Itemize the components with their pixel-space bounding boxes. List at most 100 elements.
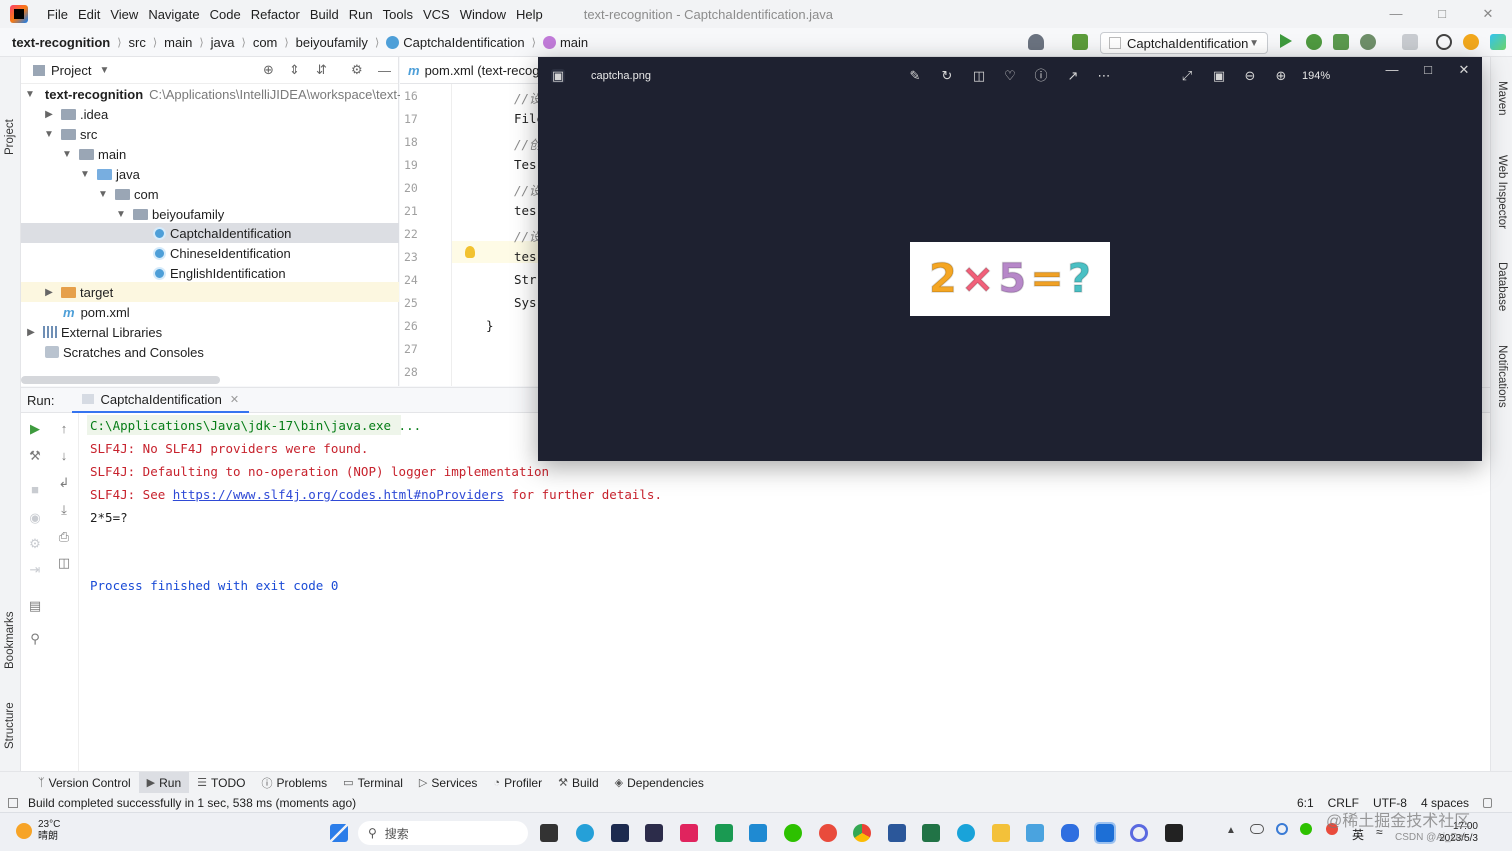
chevron-right-icon[interactable]: ▶: [25, 327, 37, 338]
zoom-out-icon[interactable]: ⊖: [1243, 69, 1257, 83]
coverage-icon[interactable]: [1333, 34, 1349, 50]
tree-item-chinese-identification[interactable]: ChineseIdentification: [21, 243, 399, 263]
more-icon[interactable]: ⋯: [1097, 69, 1111, 83]
intellij-icon[interactable]: [680, 824, 698, 842]
minimize-icon[interactable]: —: [1386, 4, 1406, 24]
tool-build[interactable]: ⚒ Build: [550, 772, 607, 794]
excel-icon[interactable]: [922, 824, 940, 842]
chevron-up-icon[interactable]: ▲: [1226, 825, 1236, 836]
debug-icon[interactable]: [1306, 34, 1322, 50]
info-icon[interactable]: ⓘ: [1034, 69, 1048, 83]
photo-viewer-window[interactable]: ▣ captcha.png ✎ ↻ ◫ ♡ ⓘ ↗ ⋯ ⤢ ▣ ⊖ ⊕ 194%…: [538, 57, 1482, 461]
app-icon[interactable]: [819, 824, 837, 842]
tree-item-english-identification[interactable]: EnglishIdentification: [21, 263, 399, 283]
tool-dependencies[interactable]: ◈ Dependencies: [607, 772, 712, 794]
layout-icon[interactable]: ▤: [28, 599, 42, 613]
tool-window-database[interactable]: Database: [1496, 262, 1508, 311]
stop-icon[interactable]: [1402, 34, 1418, 50]
arrow-down-icon[interactable]: ↓: [57, 449, 71, 463]
tool-profiler[interactable]: ◔ Profiler: [485, 772, 550, 794]
app-icon[interactable]: [957, 824, 975, 842]
tool-services[interactable]: ▷ Services: [411, 772, 485, 794]
chevron-down-icon[interactable]: ▼: [99, 65, 109, 76]
wrench-icon[interactable]: ⚒: [28, 449, 42, 463]
vscode-icon[interactable]: [749, 824, 767, 842]
breadcrumb-beiyoufamily[interactable]: beiyoufamily: [296, 35, 368, 50]
expand-all-icon[interactable]: ⇕: [289, 62, 300, 78]
tool-window-bookmarks[interactable]: Bookmarks: [4, 611, 16, 669]
windows-start-icon[interactable]: [330, 824, 348, 842]
close-tab-icon[interactable]: ✕: [230, 393, 239, 406]
tool-terminal[interactable]: ▭ Terminal: [335, 772, 411, 794]
weather-widget[interactable]: 23°C 晴朗: [16, 819, 60, 843]
menu-vcs[interactable]: VCS: [418, 7, 455, 22]
locate-icon[interactable]: ⊕: [263, 62, 274, 78]
chevron-down-icon[interactable]: ▼: [79, 169, 91, 180]
tree-item-target[interactable]: ▶ target: [21, 282, 399, 302]
pycharm-icon[interactable]: [715, 824, 733, 842]
wechat-tray-icon[interactable]: [1300, 823, 1312, 835]
chrome-icon[interactable]: [853, 824, 871, 842]
rerun-icon[interactable]: ▶: [28, 422, 42, 436]
zoom-level[interactable]: 194%: [1302, 70, 1330, 82]
breadcrumb-src[interactable]: src: [129, 35, 146, 50]
run-configuration-select[interactable]: CaptchaIdentification ▼: [1100, 32, 1268, 54]
gear-icon[interactable]: ⚙: [351, 62, 363, 78]
collapse-all-icon[interactable]: ⇵: [316, 62, 327, 78]
terminal-icon[interactable]: [1165, 824, 1183, 842]
tree-item-idea[interactable]: ▶ .idea: [21, 104, 399, 124]
caret-position[interactable]: 6:1: [1297, 796, 1314, 810]
tree-item-pom[interactable]: m pom.xml: [21, 302, 399, 322]
word-icon[interactable]: [888, 824, 906, 842]
tool-run[interactable]: ▶ Run: [138, 771, 190, 794]
debug-bug-icon[interactable]: ⚙: [28, 537, 42, 551]
console-link[interactable]: https://www.slf4j.org/codes.html#noProvi…: [173, 487, 504, 502]
tool-window-web-inspector[interactable]: Web Inspector: [1496, 155, 1508, 229]
run-icon[interactable]: [1280, 34, 1292, 48]
gallery-icon[interactable]: ▣: [551, 69, 565, 83]
breadcrumb-project[interactable]: text-recognition: [12, 35, 110, 50]
close-icon[interactable]: ✕: [1478, 4, 1498, 24]
scroll-to-end-icon[interactable]: ⤓: [57, 503, 71, 517]
menu-file[interactable]: File: [42, 7, 73, 22]
build-hammer-icon[interactable]: [1072, 34, 1088, 50]
chevron-down-icon[interactable]: ▼: [25, 89, 35, 100]
tree-item-captcha-identification[interactable]: CaptchaIdentification: [21, 223, 399, 243]
rotate-icon[interactable]: ↻: [940, 69, 954, 83]
chevron-right-icon[interactable]: ▶: [43, 109, 55, 120]
profile-icon[interactable]: [1360, 34, 1376, 50]
breadcrumb-com[interactable]: com: [253, 35, 278, 50]
file-explorer-icon[interactable]: [992, 824, 1010, 842]
print-icon[interactable]: ⎙: [57, 530, 71, 544]
code-editor[interactable]: m pom.xml (text-recogn 16 17 18 19 20 21…: [400, 57, 544, 386]
taskbar-search[interactable]: ⚲ 搜索: [358, 821, 528, 845]
chevron-down-icon[interactable]: ▼: [97, 189, 109, 200]
tool-version-control[interactable]: ᛉ Version Control: [30, 772, 139, 794]
status-message[interactable]: Build completed successfully in 1 sec, 5…: [28, 796, 356, 810]
share-icon[interactable]: ↗: [1066, 69, 1080, 83]
tool-window-notifications[interactable]: Notifications: [1496, 345, 1508, 408]
tool-todo[interactable]: ☰ TODO: [189, 772, 253, 794]
close-icon[interactable]: ✕: [1457, 63, 1471, 77]
menu-edit[interactable]: Edit: [73, 7, 105, 22]
datagrip-icon[interactable]: [645, 824, 663, 842]
tree-item-com[interactable]: ▼ com: [21, 184, 399, 204]
tray-app-icon[interactable]: [1276, 823, 1288, 835]
tree-item-src[interactable]: ▼ src: [21, 124, 399, 144]
favorite-icon[interactable]: ♡: [1003, 69, 1017, 83]
app-icon[interactable]: [1061, 824, 1079, 842]
lightbulb-icon[interactable]: [465, 246, 475, 258]
tool-window-maven[interactable]: Maven: [1496, 81, 1508, 116]
tree-item-java[interactable]: ▼ java: [21, 164, 399, 184]
chevron-down-icon[interactable]: ▼: [43, 129, 55, 140]
hide-panel-icon[interactable]: —: [378, 63, 391, 78]
menu-navigate[interactable]: Navigate: [143, 7, 204, 22]
app-icon[interactable]: [1026, 824, 1044, 842]
fit-to-window-icon[interactable]: ▣: [1212, 69, 1226, 83]
breadcrumb-main[interactable]: main: [164, 35, 192, 50]
tool-window-structure[interactable]: Structure: [4, 702, 16, 749]
chevron-down-icon[interactable]: ▼: [115, 209, 127, 220]
menu-window[interactable]: Window: [455, 7, 511, 22]
soft-wrap-icon[interactable]: ↲: [57, 476, 71, 490]
tree-item-main[interactable]: ▼ main: [21, 144, 399, 164]
